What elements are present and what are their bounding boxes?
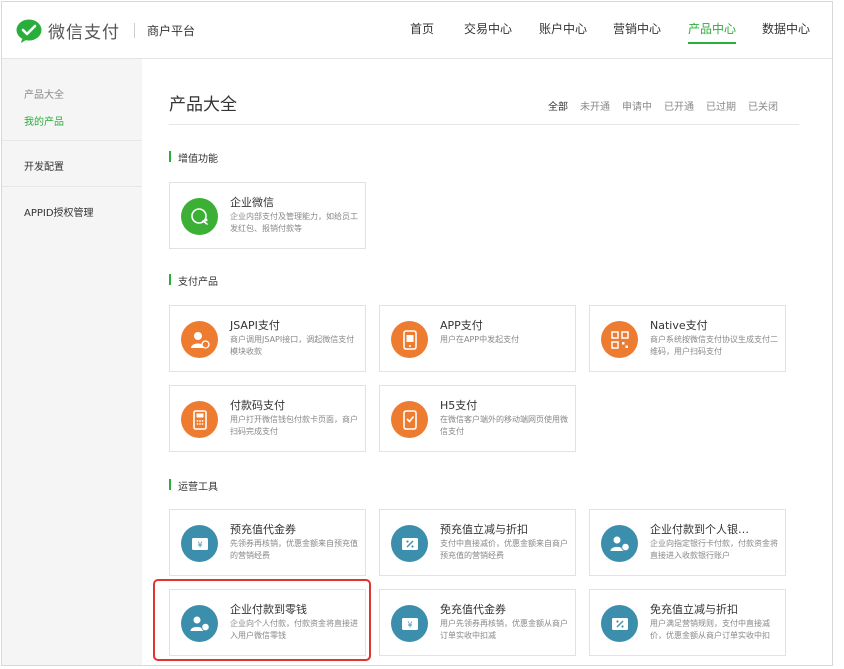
- qrcode-icon: [601, 321, 638, 358]
- page-title: 产品大全: [169, 95, 237, 115]
- discount-icon: [601, 605, 638, 642]
- card-description: 企业内部支付及管理能力，如给员工发红包、报销付款等: [230, 212, 358, 233]
- h5-pay-icon: [391, 401, 428, 438]
- filter-not-opened[interactable]: 未开通: [580, 98, 610, 113]
- coupon-icon: ¥: [181, 525, 218, 562]
- app-pay-icon: [391, 321, 428, 358]
- product-card-payment-code[interactable]: 付款码支付 用户打开微信钱包付款卡页面，商户扫码完成支付: [169, 385, 366, 452]
- coupon-icon: ¥: [391, 605, 428, 642]
- card-description: 在微信客户端外的移动端网页使用微信支付: [440, 415, 568, 436]
- sidebar-item-dev-config[interactable]: 开发配置: [24, 158, 64, 173]
- card-title: 预充值代金券: [230, 523, 296, 536]
- top-nav: 首页 交易中心 账户中心 营销中心 产品中心 数据中心: [2, 20, 832, 59]
- status-filter-bar: 全部 未开通 申请中 已开通 已过期 已关闭: [536, 98, 778, 113]
- card-title: 企业付款到个人银…: [650, 523, 749, 536]
- section-label-value-added: 增值功能: [169, 150, 218, 165]
- nav-marketing[interactable]: 营销中心: [613, 20, 661, 59]
- sidebar-item-my-products[interactable]: 我的产品: [24, 113, 64, 128]
- app-window: 微信支付 商户平台 首页 交易中心 账户中心 营销中心 产品中心 数据中心 产品…: [1, 1, 833, 666]
- product-card-prepaid-discount[interactable]: 预充值立减与折扣 支付中直接减价，优惠金额来自商户预充值的营销经费: [379, 509, 576, 576]
- nav-home[interactable]: 首页: [410, 20, 434, 59]
- nav-transactions[interactable]: 交易中心: [464, 20, 512, 59]
- wecom-icon: [181, 198, 218, 235]
- svg-text:¥: ¥: [197, 540, 202, 549]
- main-content: 产品大全 全部 未开通 申请中 已开通 已过期 已关闭 增值功能 企业微信 企业…: [142, 59, 832, 665]
- sidebar: 产品大全 我的产品 开发配置 APPID授权管理: [2, 59, 142, 665]
- nav-data[interactable]: 数据中心: [762, 20, 810, 59]
- card-description: 企业向指定银行卡付款，付款资金将直接进入收款银行账户: [650, 539, 778, 560]
- nav-account[interactable]: 账户中心: [539, 20, 587, 59]
- top-header: 微信支付 商户平台 首页 交易中心 账户中心 营销中心 产品中心 数据中心: [2, 2, 832, 59]
- product-card-free-coupon[interactable]: ¥ 免充值代金券 用户先领券再核销，优惠金额从商户订单实收中扣减: [379, 589, 576, 656]
- card-description: 商户调用JSAPI接口，调起微信支付模块收款: [230, 335, 355, 356]
- sidebar-divider: [2, 140, 142, 141]
- card-title: 免充值代金券: [440, 603, 506, 616]
- section-label-operation-tools: 运营工具: [169, 478, 218, 493]
- card-title: Native支付: [650, 319, 708, 332]
- product-card-bank-transfer[interactable]: 企业付款到个人银… 企业向指定银行卡付款，付款资金将直接进入收款银行账户: [589, 509, 786, 576]
- sidebar-item-appid-auth[interactable]: APPID授权管理: [24, 204, 94, 219]
- filter-closed[interactable]: 已关闭: [748, 98, 778, 113]
- card-title: 免充值立减与折扣: [650, 603, 738, 616]
- section-label-payment-products: 支付产品: [169, 273, 218, 288]
- card-description: 支付中直接减价，优惠金额来自商户预充值的营销经费: [440, 539, 568, 560]
- card-title: 企业微信: [230, 196, 274, 209]
- card-title: 预充值立减与折扣: [440, 523, 528, 536]
- card-description: 用户在APP中发起支付: [440, 335, 520, 344]
- nav-products[interactable]: 产品中心: [688, 20, 737, 59]
- filter-opened[interactable]: 已开通: [664, 98, 694, 113]
- card-title: H5支付: [440, 399, 478, 412]
- highlight-box: [153, 579, 371, 661]
- card-title: APP支付: [440, 319, 483, 332]
- card-title: JSAPI支付: [230, 319, 280, 332]
- product-card-native[interactable]: Native支付 商户系统按微信支付协议生成支付二维码，用户扫码支付: [589, 305, 786, 372]
- product-card-prepaid-coupon[interactable]: ¥ 预充值代金券 先领券再核销，优惠金额来自预充值的营销经费: [169, 509, 366, 576]
- product-card-app[interactable]: APP支付 用户在APP中发起支付: [379, 305, 576, 372]
- sidebar-section-title: 产品大全: [24, 90, 64, 101]
- discount-icon: [391, 525, 428, 562]
- product-card-h5[interactable]: H5支付 在微信客户端外的移动端网页使用微信支付: [379, 385, 576, 452]
- user-pay-icon: [181, 321, 218, 358]
- product-card-jsapi[interactable]: JSAPI支付 商户调用JSAPI接口，调起微信支付模块收款: [169, 305, 366, 372]
- filter-all[interactable]: 全部: [548, 98, 568, 113]
- product-card-wecom[interactable]: 企业微信 企业内部支付及管理能力，如给员工发红包、报销付款等: [169, 182, 366, 249]
- pos-icon: [181, 401, 218, 438]
- product-card-free-discount[interactable]: 免充值立减与折扣 用户满足营销规则，支付中直接减价，优惠金额从商户订单实收中扣: [589, 589, 786, 656]
- card-description: 先领券再核销，优惠金额来自预充值的营销经费: [230, 539, 358, 560]
- title-divider: [169, 124, 799, 125]
- card-description: 用户先领券再核销，优惠金额从商户订单实收中扣减: [440, 619, 568, 640]
- bank-transfer-icon: [601, 525, 638, 562]
- card-description: 用户打开微信钱包付款卡页面，商户扫码完成支付: [230, 415, 358, 436]
- svg-text:¥: ¥: [407, 620, 412, 629]
- filter-applying[interactable]: 申请中: [622, 98, 652, 113]
- filter-expired[interactable]: 已过期: [706, 98, 736, 113]
- card-description: 商户系统按微信支付协议生成支付二维码，用户扫码支付: [650, 335, 778, 356]
- sidebar-divider: [2, 186, 142, 187]
- card-description: 用户满足营销规则，支付中直接减价，优惠金额从商户订单实收中扣: [650, 619, 770, 640]
- card-title: 付款码支付: [230, 399, 285, 412]
